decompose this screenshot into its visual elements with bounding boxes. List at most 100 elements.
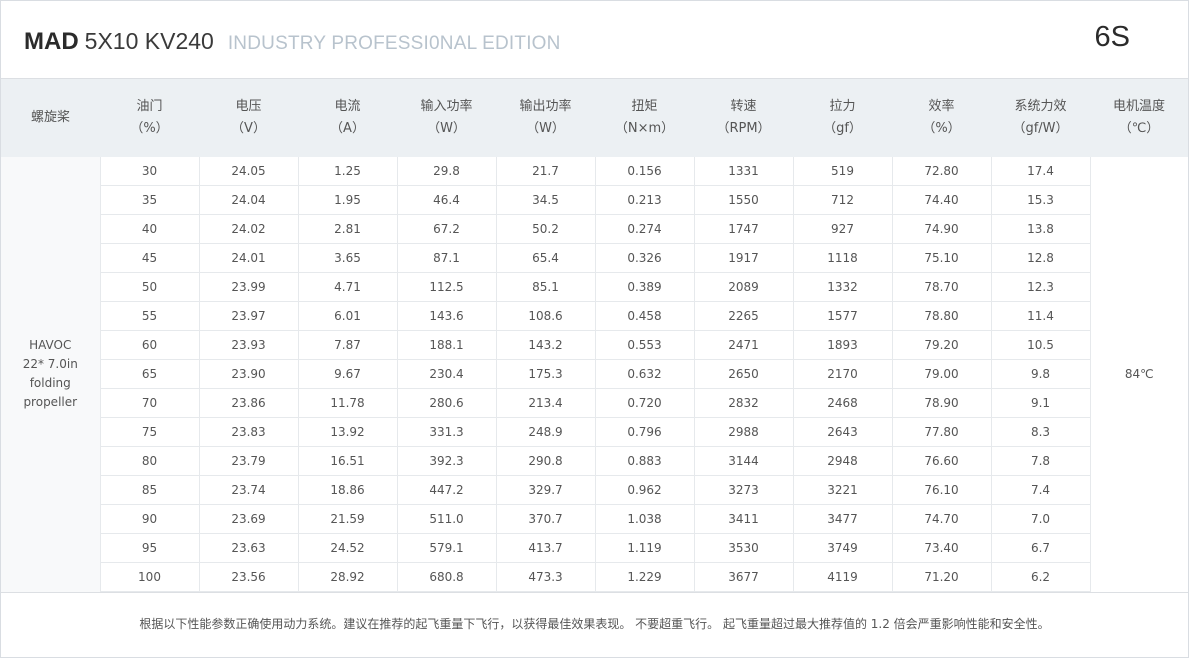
column-header: 电流 （A）	[298, 79, 397, 157]
table-cell: 2468	[793, 388, 893, 418]
table-cell: 3273	[694, 475, 794, 505]
column-unit: （N×m）	[614, 121, 675, 136]
column-header: 拉力 （gf）	[793, 79, 892, 157]
table-row: 90 23.69 21.59 511.0 370.7 1.038 3411 3477 74.70…	[1, 504, 1188, 534]
table-cell: 7.8	[991, 446, 1091, 476]
table-cell: 0.553	[595, 330, 695, 360]
table-cell: 13.92	[298, 417, 398, 447]
column-name: 油门	[136, 99, 163, 114]
table-cell: 188.1	[397, 330, 497, 360]
table-cell: 24.04	[199, 185, 299, 215]
table-cell: 9.1	[991, 388, 1091, 418]
brand-name: MAD	[24, 28, 79, 55]
table-cell: 46.4	[397, 185, 497, 215]
table-cell: 0.326	[595, 243, 695, 273]
table-cell: 3477	[793, 504, 893, 534]
column-unit: （%）	[130, 121, 169, 136]
table-cell: 65	[100, 359, 200, 389]
table-cell: 2832	[694, 388, 794, 418]
table-cell: 23.90	[199, 359, 299, 389]
table-cell: 55	[100, 301, 200, 331]
table-cell: 24.02	[199, 214, 299, 244]
table-cell: 74.90	[892, 214, 992, 244]
table-cell: 23.97	[199, 301, 299, 331]
column-unit: （gf/W）	[1012, 121, 1069, 136]
table-cell: 12.3	[991, 272, 1091, 302]
table-cell: 473.3	[496, 562, 596, 592]
table-cell: 392.3	[397, 446, 497, 476]
table-cell: 80	[100, 446, 200, 476]
table-cell: 2650	[694, 359, 794, 389]
column-name: 输入功率	[420, 99, 473, 114]
table-cell: 9.8	[991, 359, 1091, 389]
table-cell: 75	[100, 417, 200, 447]
column-header: 螺旋桨	[1, 79, 100, 157]
propeller-line: folding	[29, 376, 71, 391]
column-name: 螺旋桨	[30, 110, 70, 125]
table-cell: 579.1	[397, 533, 497, 563]
column-unit: （℃）	[1118, 121, 1160, 136]
product-title: MAD 5X10 KV240 INDUSTRY PROFESSI0NAL EDITI…	[24, 25, 561, 60]
model-name: 5X10 KV240	[84, 28, 214, 54]
table-cell: 1747	[694, 214, 794, 244]
table-cell: 24.52	[298, 533, 398, 563]
column-unit: （W）	[526, 121, 565, 136]
table-cell: 45	[100, 243, 200, 273]
column-name: 电流	[334, 99, 361, 114]
table-cell: 331.3	[397, 417, 497, 447]
table-cell: 2948	[793, 446, 893, 476]
battery-cells: 6S	[1094, 21, 1130, 53]
table-cell: 95	[100, 533, 200, 563]
table-cell: 447.2	[397, 475, 497, 505]
propeller-line: 22* 7.0in	[22, 357, 78, 372]
table-cell: 67.2	[397, 214, 497, 244]
table-cell: 78.90	[892, 388, 992, 418]
table-cell: 9.67	[298, 359, 398, 389]
table-cell: 0.274	[595, 214, 695, 244]
table-cell: 0.458	[595, 301, 695, 331]
column-name: 电压	[235, 99, 262, 114]
table-row: 70 23.86 11.78 280.6 213.4 0.720 2832 2468 78.90…	[1, 388, 1188, 418]
table-cell: 100	[100, 562, 200, 592]
table-body: HAVOC 22* 7.0in folding propeller 30 24.05 1.2…	[1, 157, 1188, 592]
table-cell: 280.6	[397, 388, 497, 418]
table-cell: 23.63	[199, 533, 299, 563]
table-cell: 370.7	[496, 504, 596, 534]
table-cell: 85	[100, 475, 200, 505]
table-cell: 13.8	[991, 214, 1091, 244]
table-cell: 927	[793, 214, 893, 244]
motor-temp-cell: 84℃	[1124, 367, 1154, 382]
table-cell: 7.87	[298, 330, 398, 360]
column-name: 输出功率	[519, 99, 572, 114]
table-cell: 40	[100, 214, 200, 244]
table-cell: 60	[100, 330, 200, 360]
column-name: 系统力效	[1014, 99, 1067, 114]
table-cell: 2170	[793, 359, 893, 389]
table-cell: 3677	[694, 562, 794, 592]
table-cell: 74.40	[892, 185, 992, 215]
table-cell: 17.4	[991, 157, 1091, 186]
table-cell: 65.4	[496, 243, 596, 273]
table-cell: 74.70	[892, 504, 992, 534]
propeller-line: propeller	[23, 395, 78, 410]
column-unit: （W）	[427, 121, 466, 136]
table-cell: 1.119	[595, 533, 695, 563]
propeller-line: HAVOC	[29, 338, 72, 353]
table-cell: 10.5	[991, 330, 1091, 360]
table-cell: 7.4	[991, 475, 1091, 505]
table-row: 100 23.56 28.92 680.8 473.3 1.229 3677 4119 71.2…	[1, 562, 1188, 592]
table-row: 85 23.74 18.86 447.2 329.7 0.962 3273 3221 76.10…	[1, 475, 1188, 505]
table-cell: 1577	[793, 301, 893, 331]
table-cell: 85.1	[496, 272, 596, 302]
table-cell: 23.69	[199, 504, 299, 534]
table-cell: 15.3	[991, 185, 1091, 215]
table-cell: 0.389	[595, 272, 695, 302]
table-cell: 712	[793, 185, 893, 215]
table-row: 75 23.83 13.92 331.3 248.9 0.796 2988 2643 77.80…	[1, 417, 1188, 447]
table-cell: 70	[100, 388, 200, 418]
column-name: 扭矩	[631, 99, 658, 114]
table-cell: 6.01	[298, 301, 398, 331]
table-cell: 143.2	[496, 330, 596, 360]
table-cell: 3144	[694, 446, 794, 476]
usage-note: 根据以下性能参数正确使用动力系统。建议在推荐的起飞重量下飞行，以获得最佳效果表现…	[1, 592, 1188, 658]
